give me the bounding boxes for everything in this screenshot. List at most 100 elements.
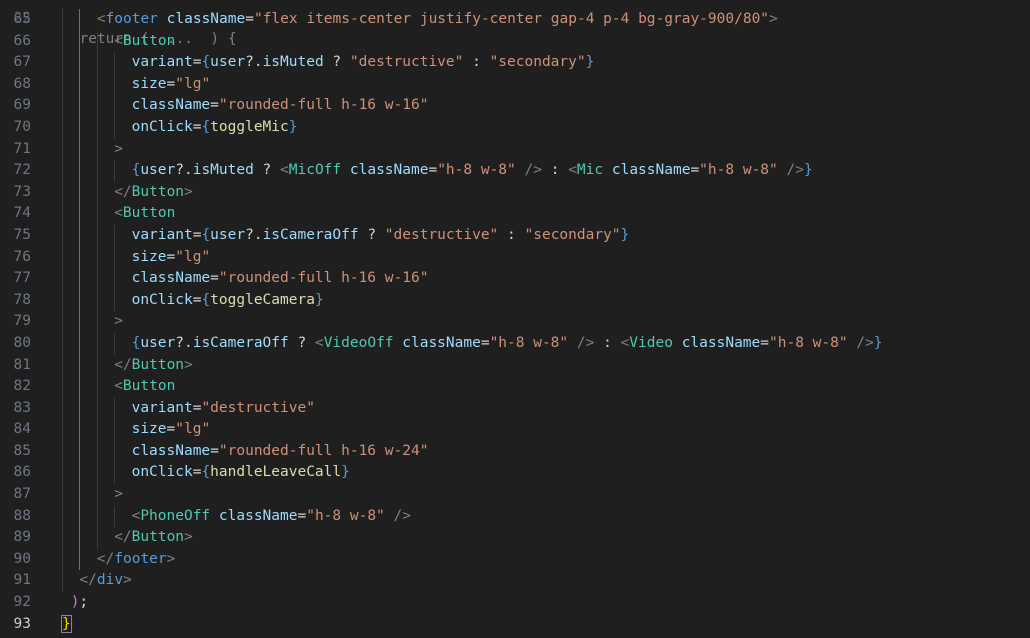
code-token: :: [463, 54, 490, 71]
code-line[interactable]: 90 </footer>: [0, 548, 1030, 571]
code-token: >: [123, 572, 132, 589]
code-line[interactable]: 65 <footer className="flex items-center j…: [0, 9, 1030, 31]
code-token: >: [769, 11, 778, 27]
code-line[interactable]: 69 className="rounded-full h-16 w-16": [0, 95, 1030, 117]
indent-guide: [114, 462, 116, 485]
code-token: <: [280, 162, 289, 179]
code-line[interactable]: 93}: [0, 613, 1030, 636]
code-line[interactable]: 84 size="lg": [0, 419, 1030, 441]
indent-guide: [79, 548, 81, 571]
indent-guide: [96, 505, 98, 528]
code-token: =: [210, 270, 219, 287]
code-line[interactable]: 88 <PhoneOff className="h-8 w-8" />: [0, 505, 1030, 528]
code-line[interactable]: 70 onClick={toggleMic}: [0, 116, 1030, 139]
code-token: ?: [358, 226, 385, 243]
code-line[interactable]: 87 >: [0, 484, 1030, 506]
indent-guide: [96, 181, 98, 204]
code-token: =: [166, 75, 176, 92]
code-token: =: [690, 162, 700, 179]
code-token: size: [131, 248, 167, 265]
code-token: "flex items-center justify-center gap-4 …: [253, 11, 770, 27]
code-line[interactable]: 71 >: [0, 138, 1030, 161]
line-code: className="rounded-full h-16 w-16": [132, 268, 429, 290]
code-token: user: [210, 226, 246, 243]
code-lines[interactable]: 65 <footer className="flex items-center j…: [0, 9, 1030, 636]
code-token: Button: [122, 205, 176, 222]
code-line[interactable]: 73 </Button>: [0, 181, 1030, 204]
code-line[interactable]: 89 </Button>: [0, 527, 1030, 549]
code-token: user: [210, 54, 246, 71]
indent-guide: [62, 73, 63, 96]
indent-guide: [79, 527, 81, 549]
code-token: ?: [323, 54, 350, 71]
indent-guide: [79, 116, 81, 139]
code-line[interactable]: 72 {user?.isMuted ? <MicOff className="h-…: [0, 160, 1030, 182]
code-line[interactable]: 66 <Button: [0, 30, 1030, 53]
code-token: isMuted: [192, 162, 254, 179]
code-token: }: [803, 162, 813, 179]
code-token: />: [576, 334, 595, 351]
code-line[interactable]: 75 variant={user?.isCameraOff ? "destruct…: [0, 224, 1030, 247]
indent-guide: [79, 505, 81, 528]
code-line[interactable]: 83 variant="destructive": [0, 397, 1030, 420]
code-token: "destructive": [201, 399, 315, 416]
indent-guide: [96, 484, 98, 506]
indent-guide: [62, 52, 63, 74]
code-line[interactable]: 74 <Button: [0, 203, 1030, 225]
line-code: size="lg": [132, 419, 211, 441]
indent-guide: [114, 73, 116, 96]
line-number: 80: [13, 334, 31, 351]
code-line[interactable]: 85 className="rounded-full h-16 w-24": [0, 440, 1030, 463]
indent-guide: [114, 246, 116, 269]
indent-guide: [62, 419, 63, 441]
line-number: 88: [13, 507, 31, 524]
code-line[interactable]: 79 >: [0, 311, 1030, 333]
code-token: "rounded-full h-16 w-16": [218, 270, 429, 287]
indent-guide: [96, 203, 98, 225]
line-code: );: [71, 592, 88, 614]
code-token: "lg": [175, 421, 211, 438]
line-number: 81: [13, 356, 31, 373]
line-code: variant="destructive": [132, 398, 315, 420]
code-token: toggleCamera: [210, 291, 315, 308]
line-code: >: [114, 311, 123, 333]
code-token: className: [402, 334, 481, 351]
code-editor[interactable]: 22 return ( ... ) { 65 <footer className=…: [0, 0, 1030, 638]
indent-guide: [62, 397, 63, 420]
indent-guide: [62, 246, 63, 269]
code-line[interactable]: 80 {user?.isCameraOff ? <VideoOff classNa…: [0, 332, 1030, 355]
line-code: onClick={handleLeaveCall}: [132, 462, 350, 484]
code-token: user: [140, 334, 176, 351]
line-number: 86: [13, 464, 31, 481]
code-line[interactable]: 82 <Button: [0, 376, 1030, 398]
indent-guide: [79, 484, 81, 506]
code-line[interactable]: 78 onClick={toggleCamera}: [0, 289, 1030, 312]
code-token: size: [131, 421, 167, 438]
code-line[interactable]: 67 variant={user?.isMuted ? "destructive"…: [0, 52, 1030, 74]
code-token: className: [218, 507, 298, 524]
code-line[interactable]: 81 </Button>: [0, 354, 1030, 377]
indent-guide: [62, 376, 63, 398]
code-token: </: [96, 550, 115, 567]
indent-guide: [62, 95, 63, 117]
code-line[interactable]: 91 </div>: [0, 570, 1030, 593]
code-token: <: [114, 205, 123, 222]
code-line[interactable]: 76 size="lg": [0, 246, 1030, 269]
code-line[interactable]: 68 size="lg": [0, 73, 1030, 96]
indent-guide: [114, 505, 116, 528]
code-token: className: [131, 442, 211, 459]
code-line[interactable]: 86 onClick={handleLeaveCall}: [0, 462, 1030, 485]
code-token: ?.: [175, 162, 193, 179]
code-line[interactable]: 92);: [0, 592, 1030, 614]
code-line[interactable]: 77 className="rounded-full h-16 w-16": [0, 268, 1030, 290]
code-token: :: [541, 162, 569, 179]
code-token: {: [201, 118, 211, 135]
code-token: }: [620, 226, 630, 243]
code-token: className: [349, 162, 429, 179]
indent-guide: [62, 505, 63, 528]
indent-guide: [62, 527, 63, 549]
